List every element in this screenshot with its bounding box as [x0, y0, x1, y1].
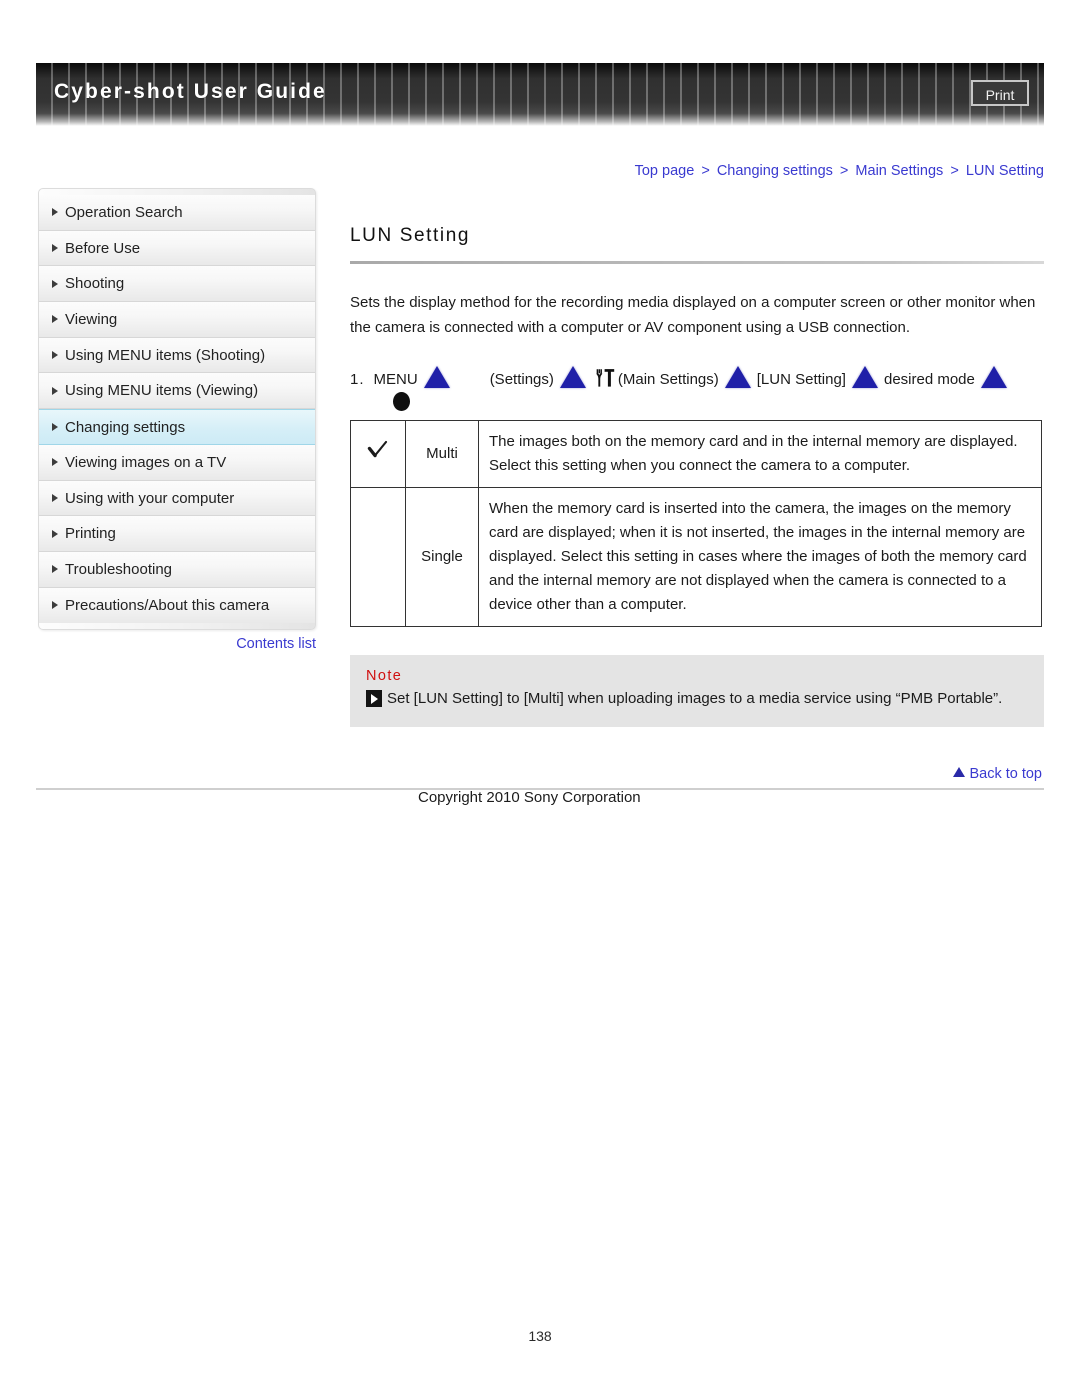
- option-description: When the memory card is inserted into th…: [478, 487, 1042, 627]
- breadcrumb-separator: >: [950, 163, 959, 179]
- breadcrumb-item-changing-settings[interactable]: Changing settings: [717, 163, 833, 179]
- sidebar-item-operation-search[interactable]: Operation Search: [39, 195, 315, 231]
- sidebar-item-label: Before Use: [65, 239, 141, 257]
- check-icon: [367, 439, 389, 461]
- step-number: 1.: [350, 371, 365, 388]
- option-name: Multi: [405, 420, 479, 488]
- note-body: Set [LUN Setting] to [Multi] when upload…: [366, 687, 1028, 711]
- sidebar-item-changing-settings[interactable]: Changing settings: [39, 409, 315, 445]
- breadcrumb-separator: >: [839, 163, 849, 179]
- contents-list-link[interactable]: Contents list: [38, 636, 316, 652]
- back-to-top-label: Back to top: [969, 766, 1042, 782]
- sidebar-item-using-menu-items-shooting[interactable]: Using MENU items (Shooting): [39, 337, 315, 374]
- sidebar-item-using-menu-items-viewing[interactable]: Using MENU items (Viewing): [39, 373, 315, 410]
- breadcrumb-item-main-settings[interactable]: Main Settings: [855, 163, 943, 179]
- setup-tool-icon: [596, 366, 615, 387]
- sidebar-item-viewing-images-on-a-tv[interactable]: Viewing images on a TV: [39, 444, 315, 481]
- page-title: LUN Setting: [350, 225, 471, 246]
- breadcrumb-item-lun-setting[interactable]: LUN Setting: [966, 163, 1044, 179]
- title-divider: [350, 261, 1044, 264]
- breadcrumb-item-top-page[interactable]: Top page: [635, 163, 695, 179]
- step-lun-setting-label: [LUN Setting]: [756, 371, 846, 388]
- chevron-right-icon: [52, 279, 58, 288]
- sidebar-item-label: Changing settings: [65, 419, 186, 437]
- intro-paragraph: Sets the display method for the recordin…: [350, 294, 1036, 336]
- back-to-top-link[interactable]: Back to top: [350, 766, 1042, 782]
- sidebar-item-label: Viewing images on a TV: [65, 453, 227, 471]
- arrow-triangle-icon: [724, 366, 751, 388]
- note-text: Set [LUN Setting] to [Multi] when upload…: [387, 690, 1003, 707]
- sidebar-item-using-with-your-computer[interactable]: Using with your computer: [39, 480, 315, 517]
- chevron-right-icon: [52, 565, 58, 574]
- table-row: Single When the memory card is inserted …: [350, 487, 1042, 627]
- chevron-right-icon: [52, 386, 58, 395]
- default-check-cell: [350, 487, 406, 627]
- default-check-cell: [350, 420, 406, 488]
- sidebar-item-label: Using MENU items (Viewing): [65, 382, 259, 400]
- main-content: LUN Setting Sets the display method for …: [350, 225, 1044, 727]
- arrow-triangle-icon: [980, 366, 1007, 388]
- step-settings-label: (Settings): [489, 371, 554, 388]
- sidebar-item-label: Operation Search: [65, 204, 183, 221]
- step-main-settings-label: (Main Settings): [617, 371, 719, 388]
- chevron-right-icon: [52, 422, 58, 431]
- arrow-triangle-icon: [559, 366, 586, 388]
- app-title: Cyber-shot User Guide: [54, 80, 327, 103]
- copyright-text: Copyright 2010 Sony Corporation: [418, 789, 641, 806]
- option-description: The images both on the memory card and i…: [478, 420, 1042, 488]
- note-heading: Note: [366, 668, 403, 684]
- table-row: Multi The images both on the memory card…: [350, 420, 1042, 488]
- app-header: Cyber-shot User Guide Print: [36, 63, 1044, 126]
- arrow-triangle-icon: [851, 366, 878, 388]
- step-menu-label: MENU: [373, 371, 418, 388]
- chevron-right-icon: [52, 601, 58, 610]
- arrow-triangle-icon: [423, 366, 450, 388]
- step-desired-mode-label: desired mode: [883, 371, 975, 388]
- print-button[interactable]: Print: [971, 80, 1029, 106]
- chevron-right-icon: [52, 208, 58, 217]
- page-number: 138: [528, 1328, 552, 1344]
- chevron-right-icon: [52, 458, 58, 467]
- sidebar-item-precautions-about-this-camera[interactable]: Precautions/About this camera: [39, 587, 315, 624]
- sidebar-item-label: Printing: [65, 525, 116, 543]
- lun-setting-table: Multi The images both on the memory card…: [350, 420, 1042, 627]
- sidebar-item-label: Shooting: [65, 275, 125, 293]
- menu-button-icon: [393, 392, 410, 411]
- triangle-up-icon: [953, 767, 966, 777]
- chevron-right-icon: [52, 529, 58, 538]
- sidebar-item-label: Viewing: [65, 311, 118, 329]
- sidebar-item-label: Using MENU items (Shooting): [65, 346, 266, 364]
- sidebar-item-shooting[interactable]: Shooting: [39, 266, 315, 303]
- sidebar-item-label: Using with your computer: [65, 489, 235, 507]
- breadcrumb: Top page > Changing settings > Main Sett…: [350, 163, 1044, 179]
- chevron-right-icon: [52, 351, 58, 360]
- sidebar-item-viewing[interactable]: Viewing: [39, 302, 315, 338]
- sidebar-item-troubleshooting[interactable]: Troubleshooting: [39, 551, 315, 588]
- note-box: Note Set [LUN Setting] to [Multi] when u…: [350, 655, 1044, 727]
- option-name: Single: [405, 487, 479, 627]
- sidebar-item-before-use[interactable]: Before Use: [39, 230, 315, 267]
- sidebar-item-printing[interactable]: Printing: [39, 516, 315, 552]
- chevron-right-icon: [52, 493, 58, 502]
- sidebar-item-label: Troubleshooting: [65, 560, 173, 578]
- chevron-right-icon: [52, 244, 58, 253]
- step-instruction: 1. MENU (Settings) (Main Settings) [LUN Sett…: [350, 362, 1044, 411]
- sidebar-item-label: Precautions/About this camera: [65, 596, 270, 614]
- chevron-right-icon: [52, 315, 58, 324]
- breadcrumb-separator: >: [701, 163, 710, 179]
- play-triangle-bullet-icon: [366, 690, 382, 707]
- sidebar-nav: Operation Search Before Use Shooting Vie…: [38, 188, 316, 631]
